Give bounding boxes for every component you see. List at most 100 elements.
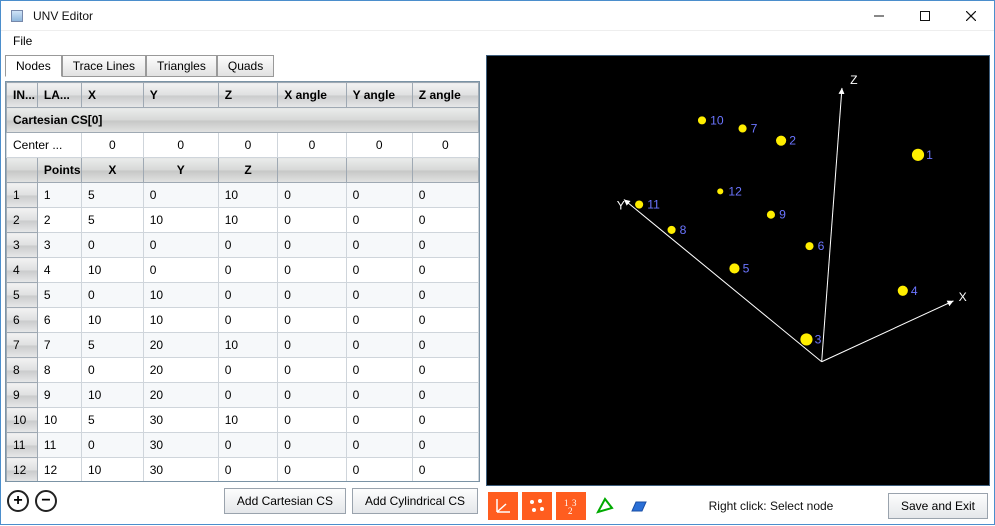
maximize-button[interactable] (902, 1, 948, 31)
cell[interactable]: 0 (278, 458, 346, 483)
cell[interactable]: 10 (81, 308, 143, 333)
scene-node[interactable] (635, 200, 643, 208)
table-row[interactable]: 7752010000 (7, 333, 479, 358)
box-tool-icon[interactable] (624, 492, 654, 520)
viewport-3d[interactable]: ZXY123456789101112 (486, 55, 990, 486)
scene-node[interactable] (800, 333, 812, 345)
row-index[interactable]: 11 (7, 433, 38, 458)
close-button[interactable] (948, 1, 994, 31)
cell[interactable]: 7 (37, 333, 81, 358)
col-header[interactable]: IN... (7, 83, 38, 108)
cell[interactable]: 0 (346, 308, 412, 333)
cell[interactable]: 0 (346, 383, 412, 408)
cell[interactable]: 0 (346, 333, 412, 358)
cell[interactable]: 0 (412, 383, 478, 408)
cell[interactable]: 20 (143, 333, 218, 358)
cell[interactable]: 0 (346, 433, 412, 458)
cell[interactable]: 0 (346, 233, 412, 258)
cell[interactable]: 0 (218, 358, 278, 383)
cell[interactable]: 0 (143, 183, 218, 208)
cell[interactable]: 0 (412, 308, 478, 333)
center-cell[interactable]: 0 (143, 133, 218, 158)
cell[interactable]: 0 (143, 233, 218, 258)
save-and-exit-button[interactable]: Save and Exit (888, 493, 988, 519)
cell[interactable]: 9 (37, 383, 81, 408)
remove-button[interactable]: − (35, 490, 57, 512)
cell[interactable]: 5 (81, 333, 143, 358)
cell[interactable]: 0 (278, 233, 346, 258)
cell[interactable]: 10 (143, 283, 218, 308)
table-row[interactable]: 101053010000 (7, 408, 479, 433)
cell[interactable]: 0 (412, 433, 478, 458)
cell[interactable]: 10 (81, 258, 143, 283)
tab-triangles[interactable]: Triangles (146, 55, 217, 77)
cell[interactable]: 20 (143, 358, 218, 383)
cell[interactable]: 0 (412, 208, 478, 233)
cell[interactable]: 30 (143, 408, 218, 433)
menu-file[interactable]: File (7, 32, 38, 50)
scene-node[interactable] (767, 211, 775, 219)
cell[interactable]: 0 (81, 233, 143, 258)
center-cell[interactable]: 0 (81, 133, 143, 158)
cell[interactable]: 0 (81, 358, 143, 383)
cell[interactable]: 10 (218, 183, 278, 208)
cell[interactable]: 8 (37, 358, 81, 383)
cs-section-row[interactable]: Cartesian CS[0] (7, 108, 479, 133)
scene-node[interactable] (739, 124, 747, 132)
row-index[interactable]: 3 (7, 233, 38, 258)
center-cell[interactable]: 0 (412, 133, 478, 158)
cell[interactable]: 6 (37, 308, 81, 333)
row-index[interactable]: 2 (7, 208, 38, 233)
cell[interactable]: 0 (278, 283, 346, 308)
table-row[interactable]: 33000000 (7, 233, 479, 258)
scene-node[interactable] (668, 226, 676, 234)
cell[interactable]: 0 (346, 208, 412, 233)
add-cartesian-cs-button[interactable]: Add Cartesian CS (224, 488, 346, 514)
row-index[interactable]: 5 (7, 283, 38, 308)
scene-node[interactable] (912, 149, 924, 161)
cell[interactable]: 5 (81, 183, 143, 208)
cell[interactable]: 10 (143, 308, 218, 333)
cell[interactable]: 0 (278, 383, 346, 408)
cell[interactable]: 0 (346, 283, 412, 308)
cell[interactable]: 0 (412, 408, 478, 433)
cell[interactable]: 30 (143, 458, 218, 483)
cell[interactable]: 0 (346, 183, 412, 208)
cell[interactable]: 0 (278, 358, 346, 383)
add-button[interactable]: + (7, 490, 29, 512)
cell[interactable]: 10 (81, 383, 143, 408)
row-index[interactable]: 9 (7, 383, 38, 408)
table-row[interactable]: 880200000 (7, 358, 479, 383)
cell[interactable]: 30 (143, 433, 218, 458)
center-cell[interactable]: 0 (346, 133, 412, 158)
cell[interactable]: 0 (218, 258, 278, 283)
cell[interactable]: 0 (218, 433, 278, 458)
row-index[interactable]: 10 (7, 408, 38, 433)
cell[interactable]: 0 (278, 433, 346, 458)
cell[interactable]: 10 (37, 408, 81, 433)
cell[interactable]: 12 (37, 458, 81, 483)
table-row[interactable]: 115010000 (7, 183, 479, 208)
col-header[interactable]: Z (218, 83, 278, 108)
cell[interactable]: 0 (412, 258, 478, 283)
cell[interactable]: 0 (81, 433, 143, 458)
cell[interactable]: 10 (143, 208, 218, 233)
cell[interactable]: 20 (143, 383, 218, 408)
tab-trace[interactable]: Trace Lines (62, 55, 146, 77)
tab-quads[interactable]: Quads (217, 55, 274, 77)
cell[interactable]: 10 (218, 333, 278, 358)
cell[interactable]: 0 (346, 358, 412, 383)
cell[interactable]: 0 (218, 383, 278, 408)
cell[interactable]: 1 (37, 183, 81, 208)
surface-tool-icon[interactable] (590, 492, 620, 520)
points-tool-icon[interactable] (522, 492, 552, 520)
cell[interactable]: 10 (218, 408, 278, 433)
row-index[interactable]: 6 (7, 308, 38, 333)
cell[interactable]: 0 (412, 183, 478, 208)
cell[interactable]: 0 (278, 333, 346, 358)
cell[interactable]: 2 (37, 208, 81, 233)
cell[interactable]: 0 (412, 283, 478, 308)
row-index[interactable]: 7 (7, 333, 38, 358)
scene-node[interactable] (717, 188, 723, 194)
table-row[interactable]: 6610100000 (7, 308, 479, 333)
